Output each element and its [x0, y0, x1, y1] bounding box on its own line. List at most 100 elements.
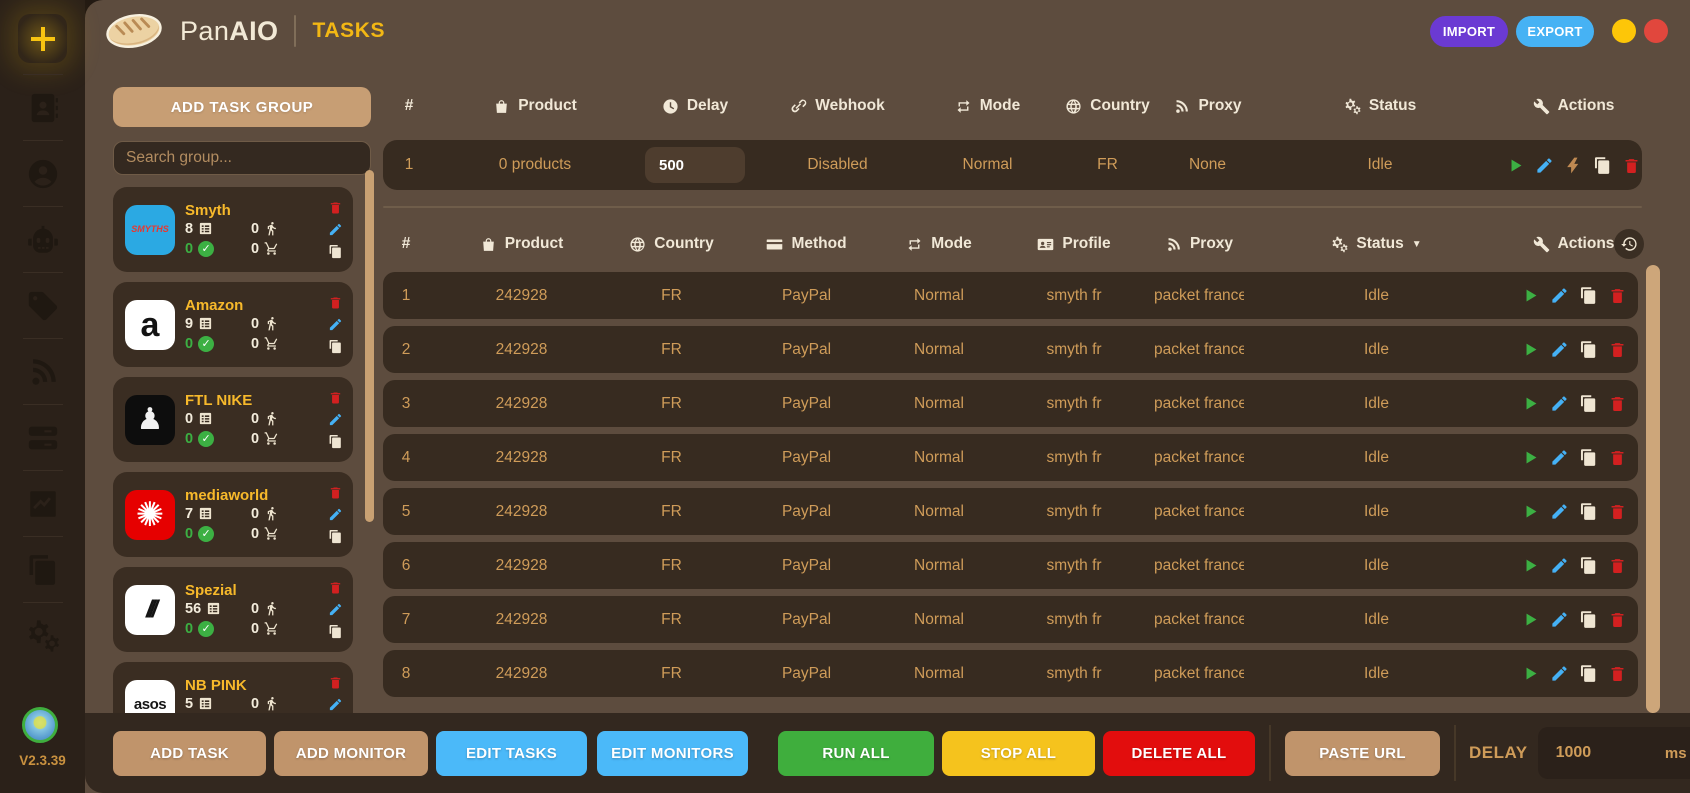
- delete-task-icon[interactable]: [1608, 556, 1627, 575]
- run-task-icon[interactable]: [1521, 664, 1540, 683]
- edit-task-icon[interactable]: [1550, 664, 1569, 683]
- task-group-card[interactable]: SMYTHS Smyth 8 0 0 0: [113, 187, 353, 272]
- delete-task-icon[interactable]: [1608, 448, 1627, 467]
- duplicate-task-icon[interactable]: [1579, 394, 1598, 413]
- run-task-icon[interactable]: [1521, 502, 1540, 521]
- edit-monitor-icon[interactable]: [1535, 156, 1554, 175]
- delete-monitor-icon[interactable]: [1622, 156, 1641, 175]
- duplicate-group-icon[interactable]: [328, 244, 343, 259]
- task-table-scrollbar[interactable]: [1646, 265, 1660, 713]
- edit-group-icon[interactable]: [328, 412, 343, 427]
- sidebar-item[interactable]: [25, 420, 60, 455]
- monitor-column-header: Mode: [920, 97, 1055, 115]
- duplicate-monitor-icon[interactable]: [1593, 156, 1612, 175]
- add-button[interactable]: [18, 14, 67, 63]
- sidebar-item[interactable]: [25, 90, 60, 125]
- sidebar-item[interactable]: [25, 354, 60, 389]
- edit-task-icon[interactable]: [1550, 610, 1569, 629]
- duplicate-group-icon[interactable]: [328, 624, 343, 639]
- header-icon: [1331, 236, 1348, 253]
- minimize-dot-button[interactable]: [1612, 19, 1636, 43]
- sidebar-item[interactable]: [25, 618, 60, 653]
- duplicate-task-icon[interactable]: [1579, 610, 1598, 629]
- task-group-card[interactable]: ✺ mediaworld 7 0 0 0: [113, 472, 353, 557]
- edit-monitors-button[interactable]: EDIT MONITORS: [597, 731, 748, 776]
- history-button[interactable]: [1614, 229, 1644, 259]
- quick-start-icon[interactable]: [1564, 156, 1583, 175]
- edit-group-icon[interactable]: [328, 317, 343, 332]
- delete-group-icon[interactable]: [328, 295, 343, 310]
- edit-task-icon[interactable]: [1550, 286, 1569, 305]
- export-button[interactable]: EXPORT: [1516, 16, 1594, 47]
- import-button[interactable]: IMPORT: [1430, 16, 1508, 47]
- delete-task-icon[interactable]: [1608, 610, 1627, 629]
- header-icon: [1065, 98, 1082, 115]
- edit-task-icon[interactable]: [1550, 502, 1569, 521]
- add-task-button[interactable]: ADD TASK: [113, 731, 266, 776]
- sidebar-item[interactable]: [25, 222, 60, 257]
- add-task-group-button[interactable]: ADD TASK GROUP: [113, 87, 371, 127]
- duplicate-group-icon[interactable]: [328, 529, 343, 544]
- task-row: 5 242928 FR PayPal Normal smyth fr packe…: [383, 488, 1638, 535]
- delete-all-button[interactable]: DELETE ALL: [1103, 731, 1255, 776]
- edit-group-icon[interactable]: [328, 222, 343, 237]
- edit-task-icon[interactable]: [1550, 340, 1569, 359]
- edit-task-icon[interactable]: [1550, 394, 1569, 413]
- run-task-icon[interactable]: [1521, 610, 1540, 629]
- edit-group-icon[interactable]: [328, 602, 343, 617]
- delete-task-icon[interactable]: [1608, 394, 1627, 413]
- delete-group-icon[interactable]: [328, 390, 343, 405]
- run-task-icon[interactable]: [1521, 394, 1540, 413]
- run-task-icon[interactable]: [1521, 340, 1540, 359]
- delete-task-icon[interactable]: [1608, 340, 1627, 359]
- duplicate-task-icon[interactable]: [1579, 340, 1598, 359]
- run-all-button[interactable]: RUN ALL: [778, 731, 934, 776]
- sidebar-item[interactable]: [25, 486, 60, 521]
- task-group-card[interactable]: a Amazon 9 0 0 0: [113, 282, 353, 367]
- duplicate-group-icon[interactable]: [328, 434, 343, 449]
- task-group-card[interactable]: ♟ FTL NIKE 0 0 0 0: [113, 377, 353, 462]
- delete-task-icon[interactable]: [1608, 502, 1627, 521]
- duplicate-task-icon[interactable]: [1579, 448, 1598, 467]
- sidebar-item[interactable]: [25, 288, 60, 323]
- edit-tasks-button[interactable]: EDIT TASKS: [436, 731, 587, 776]
- edit-group-icon[interactable]: [328, 697, 343, 712]
- sidebar-item[interactable]: [25, 156, 60, 191]
- duplicate-task-icon[interactable]: [1579, 664, 1598, 683]
- edit-task-icon[interactable]: [1550, 448, 1569, 467]
- delete-group-icon[interactable]: [328, 200, 343, 215]
- delete-group-icon[interactable]: [328, 675, 343, 690]
- paste-url-button[interactable]: PASTE URL: [1285, 731, 1440, 776]
- sidebar-item[interactable]: [25, 552, 60, 587]
- check-circle-icon: [198, 526, 214, 542]
- global-delay-input[interactable]: [1554, 743, 1665, 763]
- delete-task-icon[interactable]: [1608, 286, 1627, 305]
- delete-group-icon[interactable]: [328, 485, 343, 500]
- group-search-input[interactable]: [113, 141, 371, 175]
- duplicate-task-icon[interactable]: [1579, 502, 1598, 521]
- cart-icon: [264, 431, 279, 446]
- delete-group-icon[interactable]: [328, 580, 343, 595]
- run-task-icon[interactable]: [1521, 448, 1540, 467]
- run-task-icon[interactable]: [1521, 556, 1540, 575]
- delay-label: DELAY: [1469, 743, 1528, 763]
- duplicate-task-icon[interactable]: [1579, 556, 1598, 575]
- duplicate-task-icon[interactable]: [1579, 286, 1598, 305]
- edit-group-icon[interactable]: [328, 507, 343, 522]
- delete-task-icon[interactable]: [1608, 664, 1627, 683]
- add-monitor-button[interactable]: ADD MONITOR: [274, 731, 428, 776]
- delay-input[interactable]: [657, 156, 733, 175]
- monitor-country: FR: [1055, 156, 1160, 174]
- run-task-icon[interactable]: [1521, 286, 1540, 305]
- close-dot-button[interactable]: [1644, 19, 1668, 43]
- stop-all-button[interactable]: STOP ALL: [942, 731, 1095, 776]
- task-group-card[interactable]: /// Spezial 56 0 0 0: [113, 567, 353, 652]
- edit-task-icon[interactable]: [1550, 556, 1569, 575]
- task-mode: Normal: [884, 611, 994, 629]
- run-monitor-icon[interactable]: [1506, 156, 1525, 175]
- avatar[interactable]: [22, 707, 58, 743]
- duplicate-group-icon[interactable]: [328, 339, 343, 354]
- header-icon: [766, 236, 783, 253]
- history-icon: [1620, 235, 1638, 253]
- group-list-scrollbar[interactable]: [365, 170, 374, 522]
